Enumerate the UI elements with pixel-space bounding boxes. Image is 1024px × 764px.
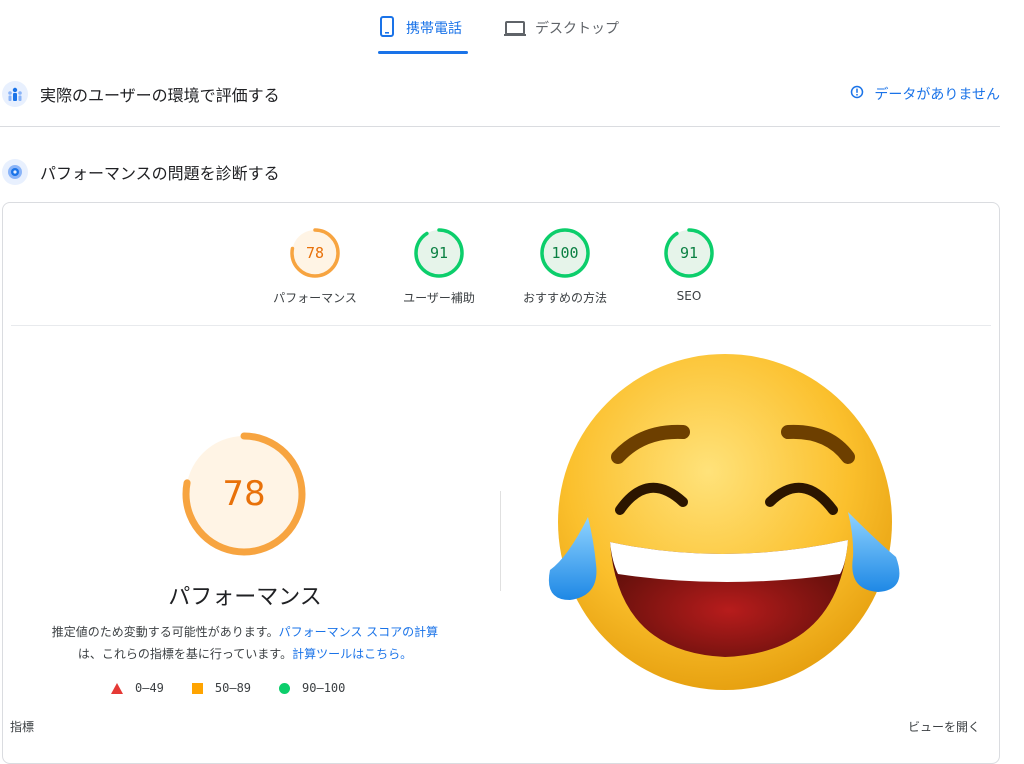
- score-gauge-3[interactable]: 100 おすすめの方法: [505, 227, 625, 306]
- gauge-ring: 78: [289, 227, 341, 279]
- lab-data-header: パフォーマンスの問題を診断する: [0, 158, 1000, 186]
- vertical-divider: [500, 491, 501, 591]
- lab-data-title: パフォーマンスの問題を診断する: [40, 164, 280, 183]
- legend-average-label: 50–89: [214, 681, 252, 695]
- tab-desktop[interactable]: デスクトップ: [503, 14, 619, 54]
- lab-icon: [2, 159, 28, 185]
- gauge-score: 78: [305, 244, 325, 262]
- performance-note: 推定値のため変動する可能性があります。パフォーマンス スコアの計算 は、これらの…: [23, 621, 467, 665]
- legend-pass-label: 90–100: [302, 681, 346, 695]
- tab-mobile[interactable]: 携帯電話: [378, 14, 468, 54]
- info-icon: [850, 85, 864, 103]
- score-gauge-2[interactable]: 91 ユーザー補助: [379, 227, 499, 306]
- circle-icon: [279, 682, 291, 694]
- users-icon: [2, 81, 28, 107]
- score-gauges: 78 パフォーマンス 91 ユーザー補助 100 おすすめの方法 91 SEO: [3, 203, 999, 325]
- score-gauge-1[interactable]: 78 パフォーマンス: [255, 227, 375, 306]
- performance-gauge-large: 78: [179, 429, 309, 559]
- no-data-link[interactable]: データがありません: [850, 80, 1000, 108]
- gauge-score: 91: [429, 244, 449, 262]
- gauge-label: パフォーマンス: [273, 291, 357, 305]
- tab-mobile-label: 携帯電話: [406, 21, 462, 37]
- triangle-icon: [111, 682, 123, 694]
- score-calc-link[interactable]: パフォーマンス スコアの計算: [279, 625, 439, 639]
- gauge-label: ユーザー補助: [403, 291, 475, 305]
- metrics-label: 指標: [10, 720, 35, 734]
- field-data-header: 実際のユーザーの環境で評価する データがありません: [0, 80, 1000, 108]
- gauge-score: 91: [679, 244, 699, 262]
- gauge-ring: 100: [539, 227, 591, 279]
- gauge-ring: 91: [413, 227, 465, 279]
- no-data-label: データがありません: [874, 87, 1000, 103]
- section-divider: [0, 126, 1000, 127]
- active-tab-indicator: [378, 51, 468, 54]
- performance-title: パフォーマンス: [168, 585, 322, 610]
- gauge-label: おすすめの方法: [522, 291, 607, 305]
- legend-fail-label: 0–49: [135, 681, 164, 695]
- legend-average: 50–89: [191, 681, 252, 695]
- tears-of-joy-emoji: [548, 352, 908, 697]
- field-data-title: 実際のユーザーの環境で評価する: [40, 86, 280, 105]
- card-divider: [11, 325, 991, 326]
- square-icon: [191, 682, 203, 694]
- tab-desktop-label: デスクトップ: [535, 21, 619, 37]
- note-text-1: 推定値のため変動する可能性があります。: [51, 625, 279, 639]
- score-legend: 0–49 50–89 90–100: [111, 681, 363, 695]
- laptop-icon: [503, 14, 527, 40]
- gauge-label: SEO: [676, 289, 702, 303]
- smartphone-icon: [378, 14, 398, 40]
- legend-fail: 0–49: [111, 681, 164, 695]
- gauge-score: 100: [551, 244, 579, 262]
- note-text-2: は、これらの指標を基に行っています。: [77, 647, 293, 661]
- calculator-link[interactable]: 計算ツールはこちら。: [292, 647, 412, 661]
- device-tabs: 携帯電話 デスクトップ: [0, 0, 1024, 56]
- legend-pass: 90–100: [279, 681, 345, 695]
- expand-view-link[interactable]: ビューを開く: [908, 718, 980, 735]
- performance-score-large: 78: [222, 474, 266, 514]
- score-gauge-4[interactable]: 91 SEO: [629, 227, 749, 303]
- gauge-ring: 91: [663, 227, 715, 279]
